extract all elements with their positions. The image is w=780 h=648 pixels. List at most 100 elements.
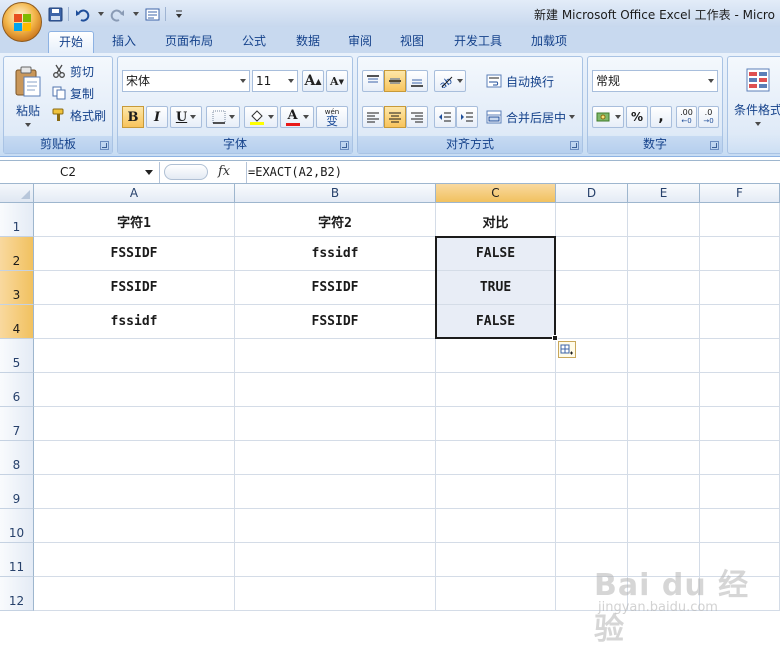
cell-e2[interactable] [628,237,700,271]
row-header-4[interactable]: 4 [0,305,34,339]
cell-d3[interactable] [556,271,628,305]
font-dialog-launcher[interactable] [340,141,349,150]
cell-b4[interactable]: FSSIDF [235,305,436,339]
cell-b11[interactable] [235,543,436,577]
tab-developer[interactable]: 开发工具 [444,31,512,53]
row-header-9[interactable]: 9 [0,475,34,509]
cell-a1[interactable]: 字符1 [34,203,235,237]
cell-c10[interactable] [436,509,556,543]
cell-f3[interactable] [700,271,780,305]
cell-a3[interactable]: FSSIDF [34,271,235,305]
cell-a12[interactable] [34,577,235,611]
cell-e3[interactable] [628,271,700,305]
borders-button[interactable] [206,106,240,128]
cell-f1[interactable] [700,203,780,237]
phonetic-button[interactable]: wén 变 [316,106,348,128]
customize-qat-button[interactable] [170,5,188,23]
number-dialog-launcher[interactable] [710,141,719,150]
paste-button[interactable]: 粘贴 [8,61,48,131]
column-header-c[interactable]: C [436,184,556,203]
font-size-combo[interactable]: 11 [252,70,298,92]
orientation-button[interactable]: ab [434,70,466,92]
cell-e6[interactable] [628,373,700,407]
tab-data[interactable]: 数据 [284,31,332,53]
tab-insert[interactable]: 插入 [100,31,148,53]
insert-function-button[interactable]: fx [218,164,230,179]
cell-d4[interactable] [556,305,628,339]
percent-style-button[interactable]: % [626,106,648,128]
cell-d6[interactable] [556,373,628,407]
tab-review[interactable]: 审阅 [336,31,384,53]
cell-c9[interactable] [436,475,556,509]
auto-fill-options-button[interactable] [558,341,576,358]
cell-a5[interactable] [34,339,235,373]
cell-f6[interactable] [700,373,780,407]
column-header-d[interactable]: D [556,184,628,203]
column-header-b[interactable]: B [235,184,436,203]
clipboard-dialog-launcher[interactable] [100,141,109,150]
increase-indent-button[interactable] [456,106,478,128]
cell-a4[interactable]: fssidf [34,305,235,339]
cell-e7[interactable] [628,407,700,441]
font-color-button[interactable]: A [280,106,314,128]
cell-b10[interactable] [235,509,436,543]
row-header-7[interactable]: 7 [0,407,34,441]
cell-a8[interactable] [34,441,235,475]
cell-d10[interactable] [556,509,628,543]
cell-b7[interactable] [235,407,436,441]
align-middle-button[interactable] [384,70,406,92]
cell-a9[interactable] [34,475,235,509]
cell-f7[interactable] [700,407,780,441]
cell-e8[interactable] [628,441,700,475]
cell-d1[interactable] [556,203,628,237]
name-box[interactable]: C2 [0,162,160,183]
copy-button[interactable]: 复制 [52,84,110,102]
row-header-3[interactable]: 3 [0,271,34,305]
tab-view[interactable]: 视图 [388,31,436,53]
cell-c2[interactable]: FALSE [436,237,556,271]
name-box-dropdown-icon[interactable] [145,170,153,175]
cell-d2[interactable] [556,237,628,271]
cell-d8[interactable] [556,441,628,475]
cell-f8[interactable] [700,441,780,475]
cell-f5[interactable] [700,339,780,373]
tab-add-ins[interactable]: 加载项 [520,31,578,53]
cell-c7[interactable] [436,407,556,441]
save-button[interactable] [46,5,64,23]
cell-f2[interactable] [700,237,780,271]
bold-button[interactable]: B [122,106,144,128]
row-header-10[interactable]: 10 [0,509,34,543]
align-left-button[interactable] [362,106,384,128]
grow-font-button[interactable]: A ▲ [302,70,324,92]
formula-input[interactable]: =EXACT(A2,B2) [246,162,342,183]
row-header-5[interactable]: 5 [0,339,34,373]
underline-button[interactable]: U [170,106,202,128]
decrease-decimal-button[interactable]: .0 →0 [698,106,719,128]
cell-b3[interactable]: FSSIDF [235,271,436,305]
column-header-e[interactable]: E [628,184,700,203]
fill-color-button[interactable] [244,106,278,128]
increase-decimal-button[interactable]: .00 ←0 [676,106,697,128]
decrease-indent-button[interactable] [434,106,456,128]
tab-formulas[interactable]: 公式 [230,31,278,53]
undo-dropdown-icon[interactable] [98,12,104,16]
cell-a6[interactable] [34,373,235,407]
cell-d9[interactable] [556,475,628,509]
number-format-combo[interactable]: 常规 [592,70,718,92]
cell-e9[interactable] [628,475,700,509]
cell-a2[interactable]: FSSIDF [34,237,235,271]
cell-c8[interactable] [436,441,556,475]
column-header-a[interactable]: A [34,184,235,203]
italic-button[interactable]: I [146,106,168,128]
cell-c6[interactable] [436,373,556,407]
cell-c4[interactable]: FALSE [436,305,556,339]
cell-c12[interactable] [436,577,556,611]
cell-c11[interactable] [436,543,556,577]
row-header-12[interactable]: 12 [0,577,34,611]
cell-e5[interactable] [628,339,700,373]
cell-a11[interactable] [34,543,235,577]
format-painter-button[interactable]: 格式刷 [52,106,114,124]
tab-page-layout[interactable]: 页面布局 [156,31,222,53]
cell-b12[interactable] [235,577,436,611]
conditional-format-button[interactable]: 条件格式 [730,61,780,131]
